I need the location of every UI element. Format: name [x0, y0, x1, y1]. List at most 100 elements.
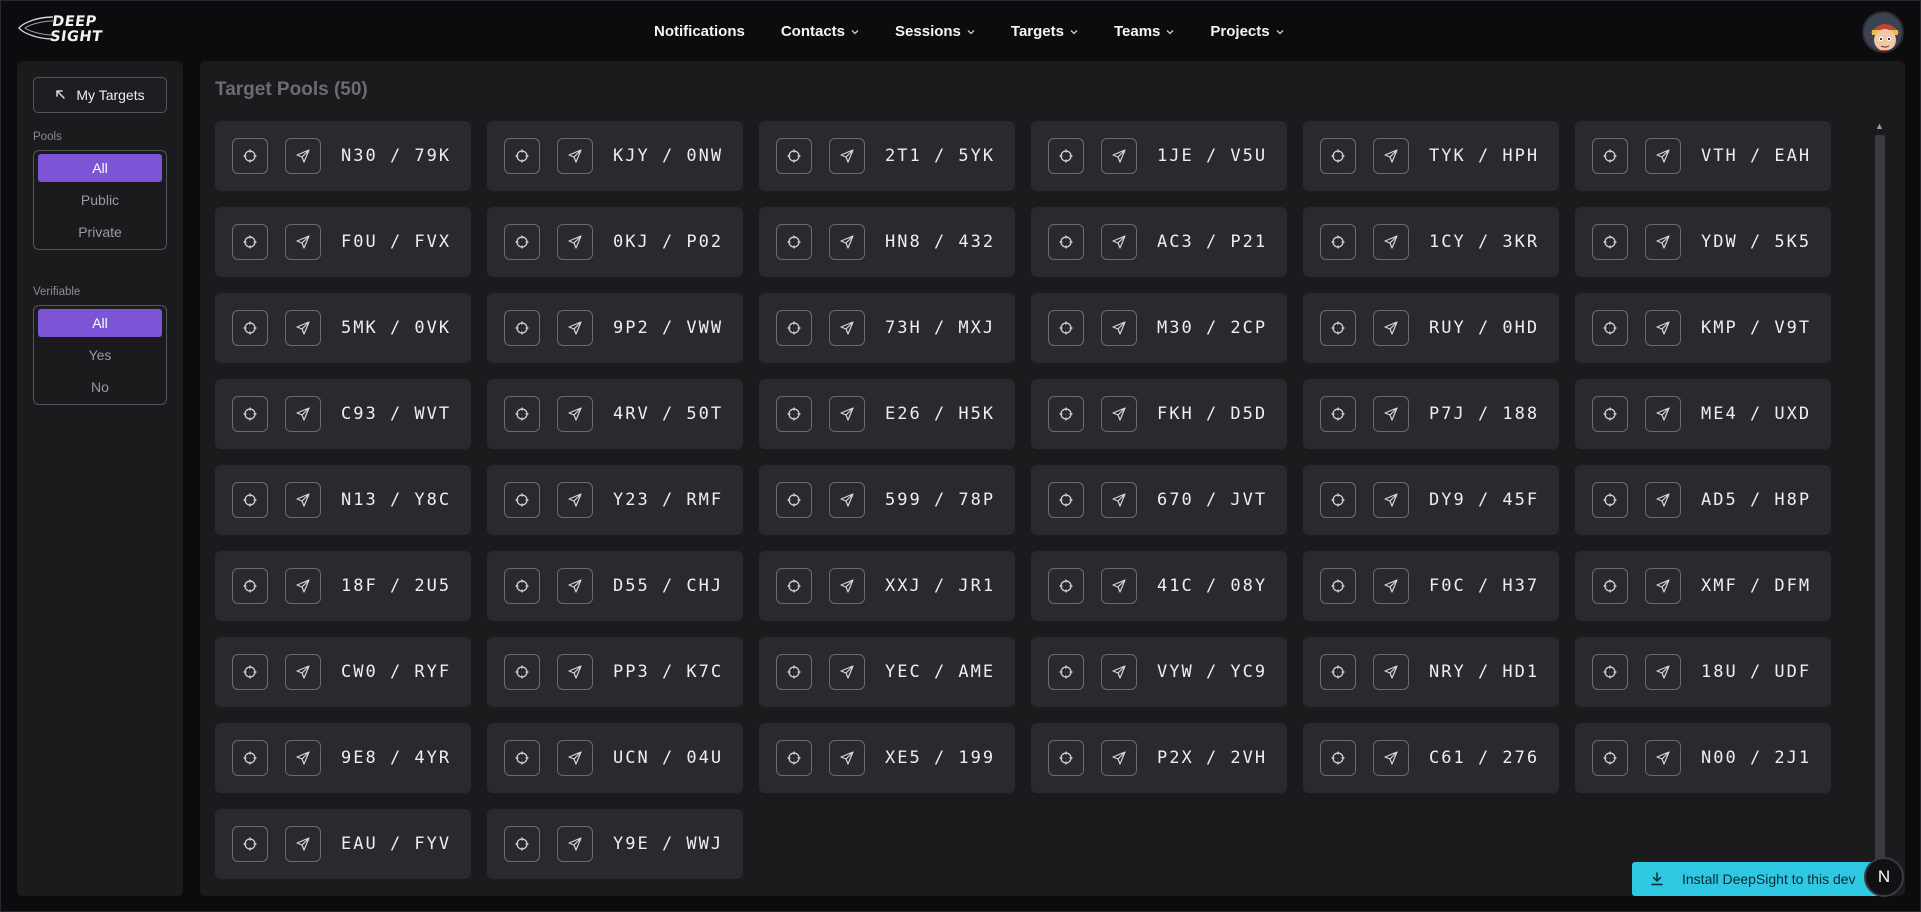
send-icon[interactable] [285, 138, 321, 174]
target-pool-card[interactable]: KJY / 0NW [487, 121, 743, 191]
target-pool-card[interactable]: DY9 / 45F [1303, 465, 1559, 535]
send-icon[interactable] [285, 826, 321, 862]
target-pool-card[interactable]: FKH / D5D [1031, 379, 1287, 449]
send-icon[interactable] [829, 224, 865, 260]
crosshair-icon[interactable] [1320, 482, 1356, 518]
send-icon[interactable] [829, 310, 865, 346]
target-pool-card[interactable]: M30 / 2CP [1031, 293, 1287, 363]
crosshair-icon[interactable] [232, 396, 268, 432]
send-icon[interactable] [1373, 568, 1409, 604]
send-icon[interactable] [1101, 568, 1137, 604]
crosshair-icon[interactable] [1320, 740, 1356, 776]
target-pool-card[interactable]: N30 / 79K [215, 121, 471, 191]
crosshair-icon[interactable] [1592, 138, 1628, 174]
send-icon[interactable] [1373, 740, 1409, 776]
pools-option-private[interactable]: Private [38, 218, 162, 246]
send-icon[interactable] [829, 138, 865, 174]
crosshair-icon[interactable] [1048, 138, 1084, 174]
send-icon[interactable] [1645, 568, 1681, 604]
send-icon[interactable] [1645, 482, 1681, 518]
install-app-banner[interactable]: Install DeepSight to this dev [1632, 862, 1892, 896]
nav-targets[interactable]: Targets [1011, 23, 1078, 40]
send-icon[interactable] [1645, 138, 1681, 174]
crosshair-icon[interactable] [232, 568, 268, 604]
target-pool-card[interactable]: CW0 / RYF [215, 637, 471, 707]
target-pool-card[interactable]: VYW / YC9 [1031, 637, 1287, 707]
target-pool-card[interactable]: F0C / H37 [1303, 551, 1559, 621]
target-pool-card[interactable]: Y9E / WWJ [487, 809, 743, 879]
target-pool-card[interactable]: 0KJ / P02 [487, 207, 743, 277]
crosshair-icon[interactable] [1048, 482, 1084, 518]
crosshair-icon[interactable] [504, 396, 540, 432]
target-pool-card[interactable]: ME4 / UXD [1575, 379, 1831, 449]
target-pool-card[interactable]: Y23 / RMF [487, 465, 743, 535]
crosshair-icon[interactable] [776, 740, 812, 776]
target-pool-card[interactable]: XXJ / JR1 [759, 551, 1015, 621]
target-pool-card[interactable]: RUY / 0HD [1303, 293, 1559, 363]
crosshair-icon[interactable] [232, 826, 268, 862]
target-pool-card[interactable]: YEC / AME [759, 637, 1015, 707]
crosshair-icon[interactable] [1048, 654, 1084, 690]
crosshair-icon[interactable] [1592, 396, 1628, 432]
send-icon[interactable] [1645, 310, 1681, 346]
user-avatar[interactable] [1862, 11, 1904, 53]
pools-option-public[interactable]: Public [38, 186, 162, 214]
crosshair-icon[interactable] [1320, 224, 1356, 260]
crosshair-icon[interactable] [1048, 396, 1084, 432]
target-pool-card[interactable]: EAU / FYV [215, 809, 471, 879]
crosshair-icon[interactable] [776, 224, 812, 260]
target-pool-card[interactable]: 1JE / V5U [1031, 121, 1287, 191]
crosshair-icon[interactable] [1592, 310, 1628, 346]
target-pool-card[interactable]: C93 / WVT [215, 379, 471, 449]
target-pool-card[interactable]: C61 / 276 [1303, 723, 1559, 793]
target-pool-card[interactable]: N13 / Y8C [215, 465, 471, 535]
crosshair-icon[interactable] [232, 740, 268, 776]
crosshair-icon[interactable] [1320, 310, 1356, 346]
target-pool-card[interactable]: 73H / MXJ [759, 293, 1015, 363]
crosshair-icon[interactable] [1592, 224, 1628, 260]
crosshair-icon[interactable] [1048, 568, 1084, 604]
crosshair-icon[interactable] [504, 826, 540, 862]
crosshair-icon[interactable] [1320, 396, 1356, 432]
crosshair-icon[interactable] [776, 310, 812, 346]
target-pool-card[interactable]: 5MK / 0VK [215, 293, 471, 363]
send-icon[interactable] [1373, 310, 1409, 346]
scrollbar-thumb[interactable] [1875, 135, 1885, 875]
send-icon[interactable] [557, 654, 593, 690]
send-icon[interactable] [557, 396, 593, 432]
assistant-badge[interactable]: N [1864, 857, 1904, 897]
logo[interactable]: DEEP SIGHT [17, 13, 117, 47]
send-icon[interactable] [285, 654, 321, 690]
crosshair-icon[interactable] [776, 482, 812, 518]
send-icon[interactable] [829, 396, 865, 432]
send-icon[interactable] [1101, 654, 1137, 690]
target-pool-card[interactable]: YDW / 5K5 [1575, 207, 1831, 277]
target-pool-card[interactable]: 2T1 / 5YK [759, 121, 1015, 191]
crosshair-icon[interactable] [776, 654, 812, 690]
send-icon[interactable] [557, 568, 593, 604]
send-icon[interactable] [1373, 482, 1409, 518]
crosshair-icon[interactable] [504, 568, 540, 604]
target-pool-card[interactable]: UCN / 04U [487, 723, 743, 793]
send-icon[interactable] [1101, 138, 1137, 174]
target-pool-card[interactable]: XE5 / 199 [759, 723, 1015, 793]
crosshair-icon[interactable] [776, 396, 812, 432]
send-icon[interactable] [1373, 138, 1409, 174]
scrollbar[interactable]: ▲ [1873, 121, 1887, 891]
send-icon[interactable] [829, 568, 865, 604]
send-icon[interactable] [285, 310, 321, 346]
crosshair-icon[interactable] [1320, 138, 1356, 174]
crosshair-icon[interactable] [232, 482, 268, 518]
target-pool-card[interactable]: KMP / V9T [1575, 293, 1831, 363]
crosshair-icon[interactable] [776, 138, 812, 174]
send-icon[interactable] [829, 482, 865, 518]
send-icon[interactable] [1101, 740, 1137, 776]
target-pool-card[interactable]: HN8 / 432 [759, 207, 1015, 277]
crosshair-icon[interactable] [1592, 482, 1628, 518]
send-icon[interactable] [829, 740, 865, 776]
crosshair-icon[interactable] [504, 224, 540, 260]
crosshair-icon[interactable] [1592, 568, 1628, 604]
send-icon[interactable] [1373, 654, 1409, 690]
nav-sessions[interactable]: Sessions [895, 23, 975, 40]
target-pool-card[interactable]: P2X / 2VH [1031, 723, 1287, 793]
